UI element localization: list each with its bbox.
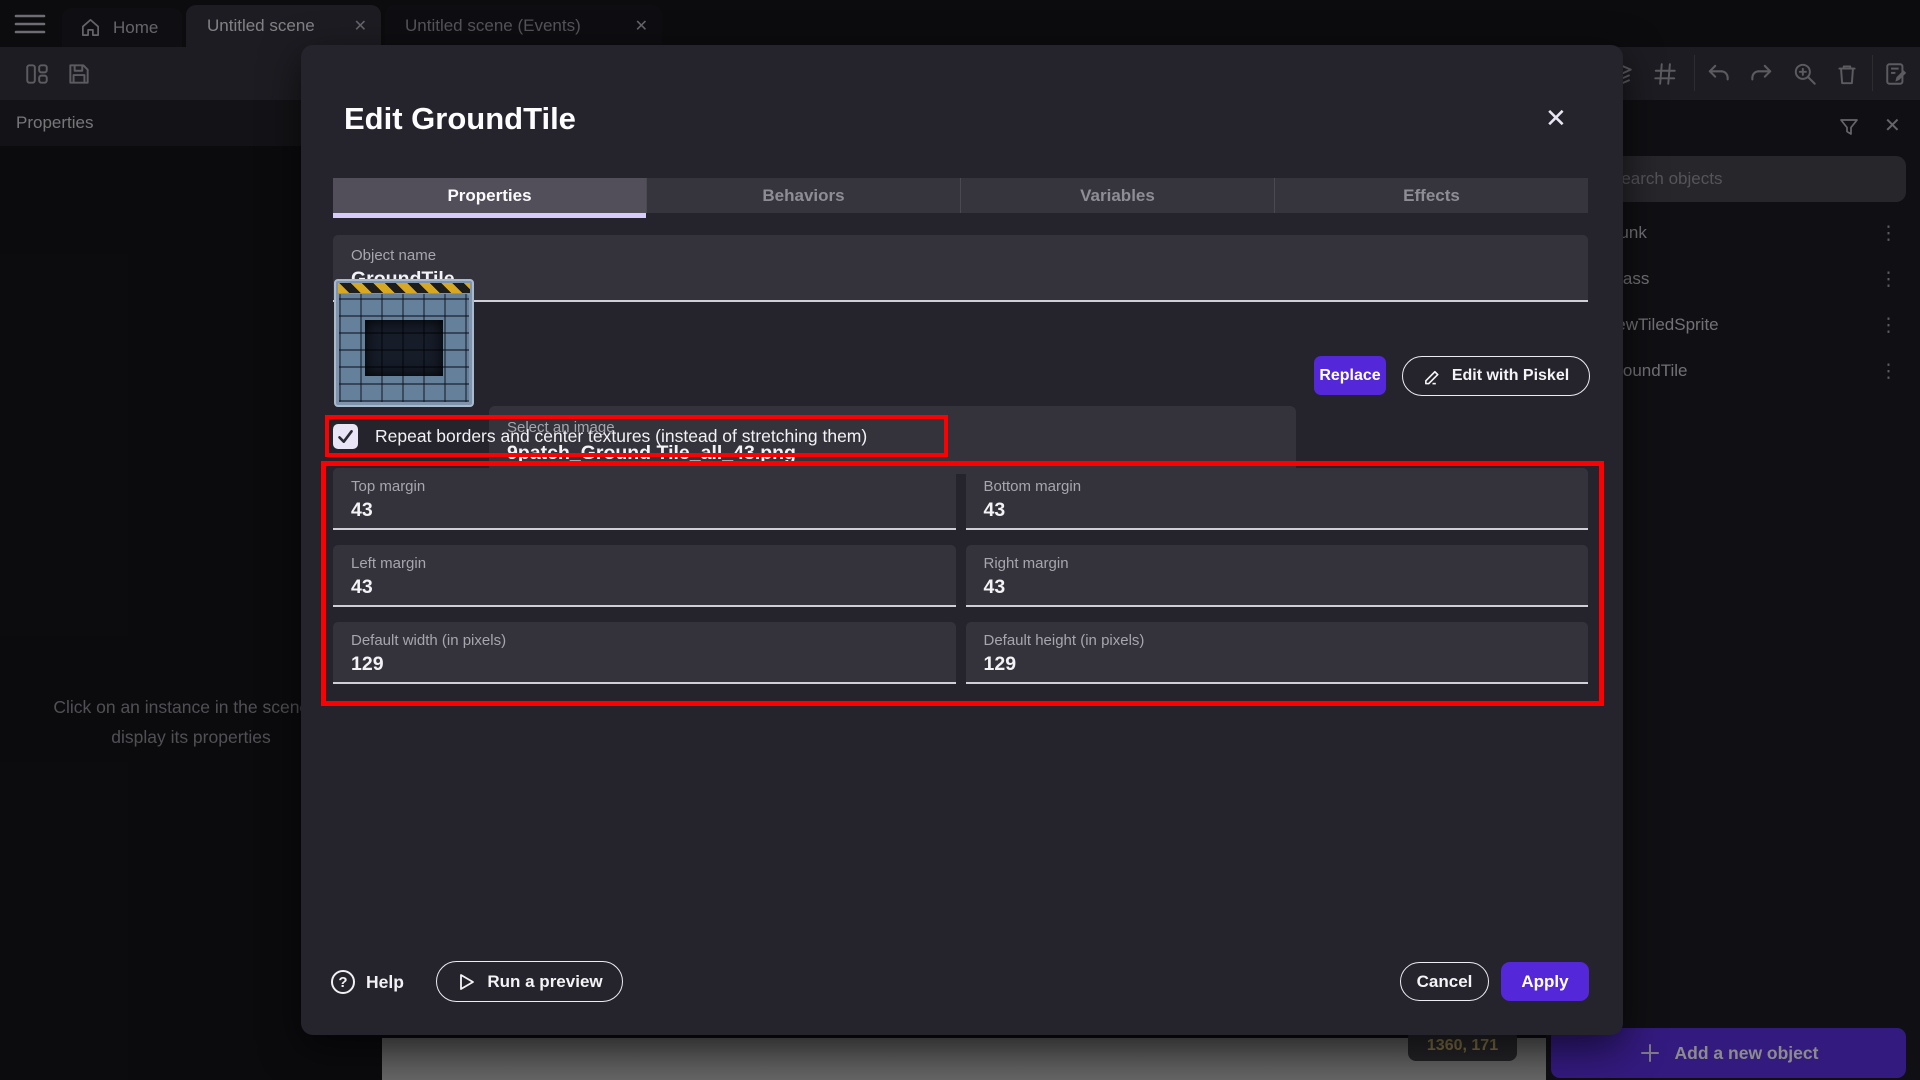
run-preview-button[interactable]: Run a preview bbox=[436, 961, 623, 1002]
dialog-tabs: Properties Behaviors Variables Effects bbox=[333, 178, 1588, 218]
repeat-borders-row: Repeat borders and center textures (inst… bbox=[333, 419, 867, 453]
nine-patch-fields: Top margin 43 Bottom margin 43 Left marg… bbox=[333, 468, 1588, 684]
help-icon: ? bbox=[331, 970, 355, 994]
edit-object-dialog: Edit GroundTile ✕ Properties Behaviors V… bbox=[301, 45, 1623, 1035]
tab-behaviors[interactable]: Behaviors bbox=[647, 178, 961, 213]
right-margin-field[interactable]: Right margin 43 bbox=[966, 545, 1589, 607]
cancel-button[interactable]: Cancel bbox=[1400, 962, 1489, 1001]
object-name-label: Object name bbox=[351, 247, 436, 264]
left-margin-field[interactable]: Left margin 43 bbox=[333, 545, 956, 607]
top-margin-field[interactable]: Top margin 43 bbox=[333, 468, 956, 530]
close-icon[interactable]: ✕ bbox=[1545, 103, 1567, 134]
object-name-field[interactable]: Object name GroundTile bbox=[333, 235, 1588, 302]
tab-variables[interactable]: Variables bbox=[961, 178, 1275, 213]
checkmark-icon bbox=[336, 427, 355, 446]
pencil-icon bbox=[1423, 367, 1442, 386]
bottom-margin-field[interactable]: Bottom margin 43 bbox=[966, 468, 1589, 530]
tab-properties[interactable]: Properties bbox=[333, 178, 647, 213]
apply-button[interactable]: Apply bbox=[1501, 962, 1589, 1001]
dialog-title: Edit GroundTile bbox=[344, 101, 576, 137]
stone-tile-texture bbox=[339, 294, 469, 402]
help-button[interactable]: ? Help bbox=[331, 962, 404, 1002]
gdevelop-editor: Home Untitled scene ✕ Untitled scene (Ev… bbox=[0, 0, 1920, 1080]
repeat-borders-checkbox[interactable] bbox=[333, 424, 358, 449]
repeat-borders-label: Repeat borders and center textures (inst… bbox=[375, 426, 867, 447]
hazard-stripe-texture bbox=[338, 283, 470, 293]
sprite-thumbnail bbox=[334, 279, 474, 407]
default-height-field[interactable]: Default height (in pixels) 129 bbox=[966, 622, 1589, 684]
default-width-field[interactable]: Default width (in pixels) 129 bbox=[333, 622, 956, 684]
tab-effects[interactable]: Effects bbox=[1275, 178, 1588, 213]
play-icon bbox=[456, 972, 476, 992]
replace-button[interactable]: Replace bbox=[1314, 356, 1386, 395]
edit-with-piskel-button[interactable]: Edit with Piskel bbox=[1402, 356, 1590, 396]
